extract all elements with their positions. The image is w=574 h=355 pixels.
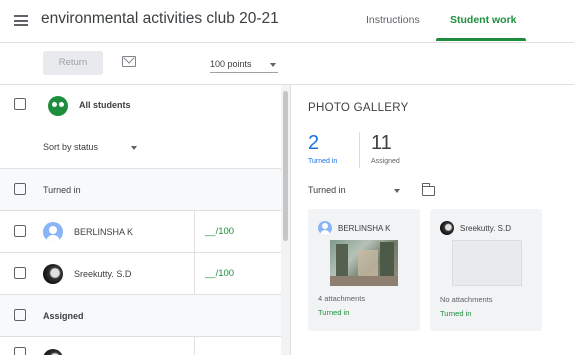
assignment-detail-panel: PHOTO GALLERY 2 Turned in 11 Assigned Tu… <box>292 85 574 355</box>
group-checkbox-turned-in[interactable] <box>14 183 26 195</box>
student-list-panel: All students Sort by status Turned in BE… <box>0 85 291 355</box>
grade-cell: __/100 <box>194 211 281 252</box>
return-button[interactable]: Return <box>43 51 103 75</box>
attachment-thumbnail[interactable] <box>330 240 398 286</box>
card-status: Turned in <box>318 308 350 317</box>
avatar <box>43 264 63 284</box>
group-checkbox-assigned[interactable] <box>14 309 26 321</box>
student-checkbox[interactable] <box>14 225 26 237</box>
select-all-checkbox[interactable] <box>14 98 26 110</box>
avatar <box>318 221 332 235</box>
empty-thumbnail <box>452 240 522 286</box>
filter-caret-icon <box>394 189 400 193</box>
tab-student-work[interactable]: Student work <box>450 14 517 26</box>
attachment-count: No attachments <box>440 295 493 304</box>
assigned-count: 11 <box>371 132 392 154</box>
active-tab-indicator <box>436 38 526 41</box>
avatar <box>43 349 63 355</box>
grade-input[interactable]: __/100 <box>205 226 234 237</box>
hamburger-menu-icon[interactable] <box>14 15 28 26</box>
grade-cell: __/100 <box>194 253 281 294</box>
group-header-assigned: Assigned <box>0 295 281 337</box>
turned-in-label: Turned in <box>308 158 338 165</box>
group-label-turned-in: Turned in <box>43 185 81 195</box>
points-value: 100 points <box>210 59 252 69</box>
sort-caret-icon <box>131 146 137 150</box>
student-checkbox[interactable] <box>14 267 26 279</box>
sort-label: Sort by status <box>43 142 99 152</box>
all-students-label: All students <box>79 100 131 110</box>
student-row[interactable]: Sreekutty. S.D __/100 <box>0 253 281 295</box>
filter-label: Turned in <box>308 185 346 195</box>
assigned-label: Assigned <box>371 158 400 165</box>
avatar <box>440 221 454 235</box>
card-student-name: BERLINSHA K <box>338 224 391 233</box>
assignment-title: PHOTO GALLERY <box>308 102 409 114</box>
all-students-row: All students <box>0 85 281 126</box>
student-checkbox[interactable] <box>14 347 26 355</box>
tab-instructions[interactable]: Instructions <box>366 14 420 26</box>
folder-icon[interactable] <box>421 183 435 196</box>
stat-divider <box>359 132 360 168</box>
dropdown-caret-icon <box>270 63 276 67</box>
submission-card[interactable]: Sreekutty. S.D No attachments Turned in <box>430 209 542 331</box>
group-icon <box>48 96 68 116</box>
grade-input[interactable]: __/100 <box>205 268 234 279</box>
status-filter-dropdown[interactable]: Turned in <box>308 183 402 199</box>
attachment-count: 4 attachments <box>318 294 366 303</box>
points-dropdown[interactable]: 100 points <box>210 56 278 73</box>
class-title: environmental activities club 20-21 <box>41 10 279 27</box>
sort-dropdown[interactable]: Sort by status <box>43 142 143 158</box>
grade-cell <box>194 337 281 355</box>
submission-card[interactable]: BERLINSHA K 4 attachments Turned in <box>308 209 420 331</box>
turned-in-count: 2 <box>308 132 320 154</box>
avatar <box>43 222 63 242</box>
list-scrollbar-thumb[interactable] <box>283 91 288 241</box>
student-row[interactable]: BERLINSHA K __/100 <box>0 211 281 253</box>
student-name: BERLINSHA K <box>74 227 134 237</box>
group-header-turned-in: Turned in <box>0 169 281 211</box>
student-row-partial[interactable] <box>0 337 281 355</box>
group-label-assigned: Assigned <box>43 311 84 321</box>
card-student-name: Sreekutty. S.D <box>460 224 511 233</box>
card-status: Turned in <box>440 309 472 318</box>
sort-row: Sort by status <box>0 126 281 169</box>
grading-toolbar: Return 100 points <box>0 43 574 85</box>
student-name: Sreekutty. S.D <box>74 269 132 279</box>
email-icon[interactable] <box>122 56 136 67</box>
top-app-bar: environmental activities club 20-21 Inst… <box>0 0 574 43</box>
